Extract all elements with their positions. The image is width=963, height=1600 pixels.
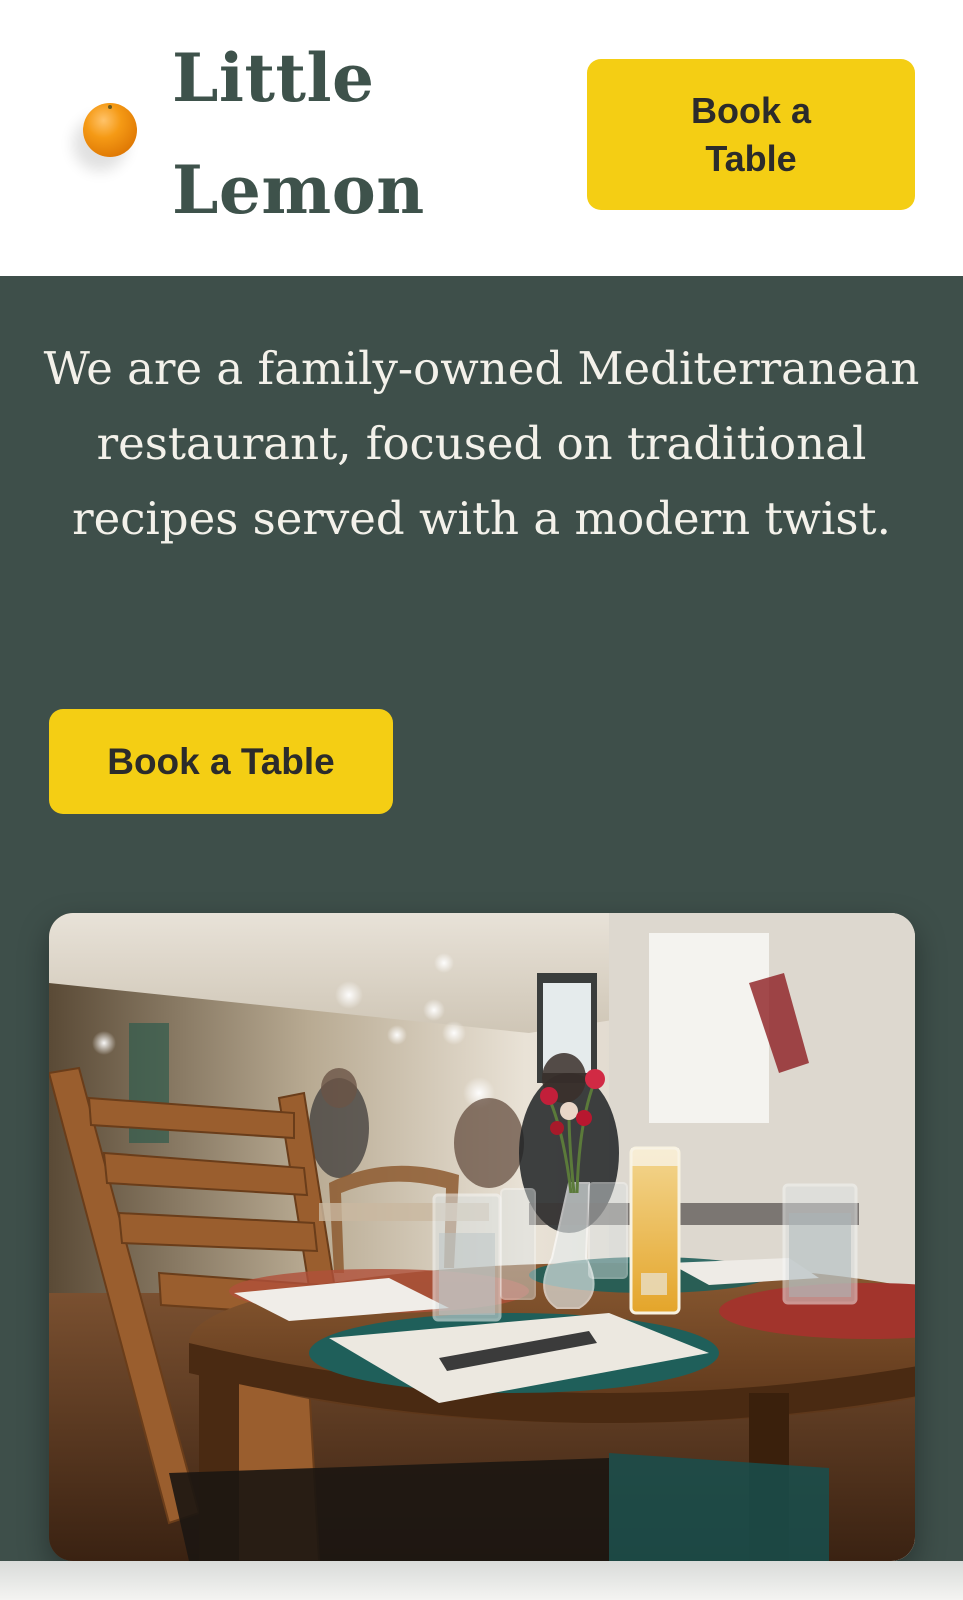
header-book-table-button[interactable]: Book a Table <box>587 59 915 210</box>
brand-line-2: Lemon <box>172 151 425 229</box>
brand-line-1: Little <box>172 39 375 117</box>
page: Little Lemon Book a Table We are a famil… <box>0 0 963 1600</box>
hero-book-table-button[interactable]: Book a Table <box>49 709 393 814</box>
restaurant-photo <box>49 913 915 1561</box>
brand-name[interactable]: Little Lemon <box>172 22 472 246</box>
lemon-icon[interactable] <box>83 103 137 157</box>
hero-section: We are a family-owned Mediterranean rest… <box>0 276 963 1561</box>
page-bottom-edge <box>0 1561 963 1600</box>
hero-tagline: We are a family-owned Mediterranean rest… <box>43 342 920 545</box>
site-header: Little Lemon Book a Table <box>0 0 963 276</box>
